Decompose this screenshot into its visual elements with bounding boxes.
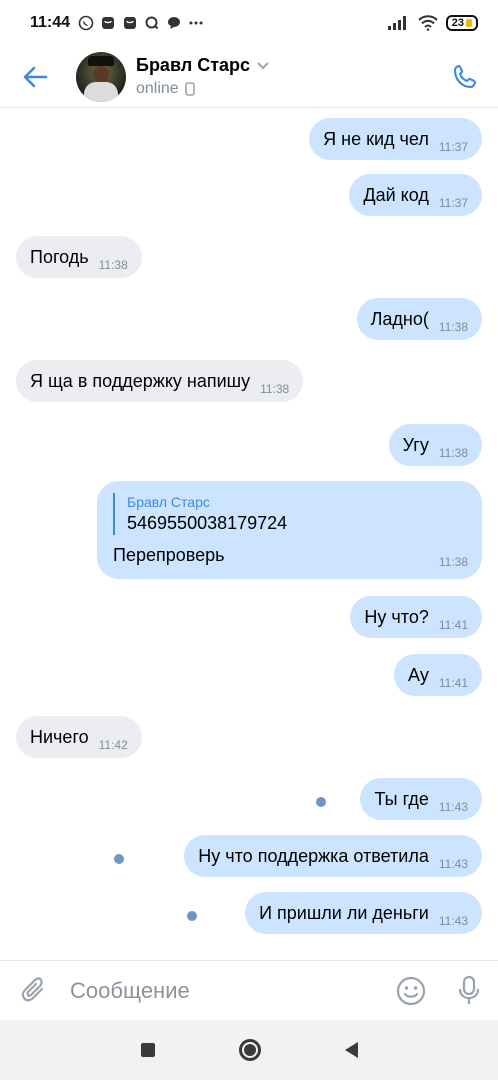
chat-header: Бравл Старс online (0, 46, 498, 108)
microphone-icon (458, 975, 480, 1004)
message-text: Я ща в поддержку напишу (30, 371, 251, 391)
back-button[interactable] (0, 46, 70, 108)
message-text: Ты где (374, 789, 429, 809)
message-bubble-incoming[interactable]: Ничего 11:42 (16, 716, 142, 758)
system-nav-bar (0, 1020, 498, 1080)
chat-status: online (136, 80, 270, 98)
chat-name: Бравл Старс (136, 55, 270, 76)
message-text: Ну что? (364, 607, 429, 627)
message-time: 11:37 (438, 196, 468, 210)
message-time: 11:38 (438, 320, 468, 334)
wifi-icon (418, 15, 438, 31)
chevron-down-icon (257, 61, 269, 69)
message-text: Ничего (30, 727, 89, 747)
message-time: 11:38 (98, 258, 128, 272)
chat-status-text: online (136, 80, 179, 97)
message-time: 11:43 (438, 914, 468, 928)
battery-level: 23 (451, 17, 464, 29)
status-time: 11:44 (30, 14, 71, 31)
message-bubble-outgoing[interactable]: И пришли ли деньги 11:43 (245, 892, 482, 934)
smile-icon (396, 976, 426, 1005)
status-bar: 11:44 23 (0, 0, 498, 46)
message-time: 11:43 (438, 857, 468, 871)
message-time: 11:42 (98, 738, 128, 752)
message-bubble-outgoing[interactable]: Ну что поддержка ответила 11:43 (184, 835, 482, 877)
message-bubble-outgoing[interactable]: Ну что? 11:41 (350, 596, 482, 638)
whatsapp-icon (78, 15, 94, 31)
attach-button[interactable] (0, 961, 70, 1021)
voice-message-button[interactable] (440, 961, 498, 1021)
message-time: 11:38 (438, 555, 468, 569)
back-triangle-icon[interactable] (344, 1042, 358, 1058)
search-q-icon (145, 16, 159, 30)
emoji-button[interactable] (382, 961, 440, 1021)
reply-quoted-text: 5469550038179724 (127, 513, 288, 533)
system-icons: 23 (387, 15, 478, 31)
unread-indicator (316, 797, 326, 807)
message-bubble-outgoing[interactable]: Дай код 11:37 (349, 174, 482, 216)
message-bubble-reply[interactable]: Бравл Старс 5469550038179724 Перепроверь… (97, 481, 482, 579)
recents-square-icon[interactable] (140, 1043, 155, 1057)
battery-icon: 23 (445, 15, 478, 31)
chat-name-text: Бравл Старс (136, 55, 251, 75)
chat-title-block[interactable]: Бравл Старс online (136, 55, 270, 98)
message-time: 11:41 (438, 676, 468, 690)
paperclip-icon (21, 976, 44, 1001)
message-text: Ну что поддержка ответила (198, 846, 429, 866)
reply-quote[interactable]: Бравл Старс 5469550038179724 (113, 493, 466, 535)
message-text: Погодь (30, 247, 89, 267)
reply-author: Бравл Старс (127, 494, 210, 510)
call-button[interactable] (432, 46, 498, 108)
message-text: Перепроверь (113, 545, 225, 565)
message-text: Угу (402, 435, 429, 455)
unread-indicator (114, 854, 124, 864)
back-arrow-icon (23, 66, 48, 87)
message-text: Я не кид чел (323, 129, 429, 149)
message-time: 11:37 (438, 140, 468, 154)
message-text: И пришли ли деньги (259, 903, 429, 923)
message-bubble-outgoing[interactable]: Я не кид чел 11:37 (309, 118, 482, 160)
notification-icons (78, 15, 204, 31)
home-circle-icon[interactable] (238, 1039, 261, 1061)
phone-icon (453, 64, 477, 88)
unread-indicator (187, 911, 197, 921)
message-bubble-incoming[interactable]: Погодь 11:38 (16, 236, 142, 278)
message-composer (0, 960, 498, 1020)
message-time: 11:43 (438, 800, 468, 814)
message-text: Дай код (363, 185, 429, 205)
bag-icon (124, 17, 137, 29)
message-bubble-outgoing[interactable]: Угу 11:38 (388, 424, 482, 466)
bag-icon (102, 17, 115, 29)
message-list[interactable]: Я не кид чел 11:37 Дай код 11:37 Погодь … (0, 108, 498, 960)
message-text: Ау (408, 665, 429, 685)
message-bubble-incoming[interactable]: Я ща в поддержку напишу 11:38 (16, 360, 304, 402)
message-time: 11:41 (438, 618, 468, 632)
more-dots-icon (189, 21, 203, 25)
message-text: Ладно( (370, 309, 429, 329)
mobile-icon (184, 82, 195, 96)
message-time: 11:38 (438, 446, 468, 460)
signal-icon (387, 16, 406, 30)
message-input[interactable] (70, 970, 382, 1011)
chat-icon (168, 17, 181, 29)
message-bubble-outgoing[interactable]: Ладно( 11:38 (356, 298, 482, 340)
avatar[interactable] (76, 51, 126, 102)
message-bubble-outgoing[interactable]: Ау 11:41 (394, 654, 482, 696)
message-bubble-outgoing[interactable]: Ты где 11:43 (360, 778, 482, 820)
message-time: 11:38 (260, 382, 290, 396)
